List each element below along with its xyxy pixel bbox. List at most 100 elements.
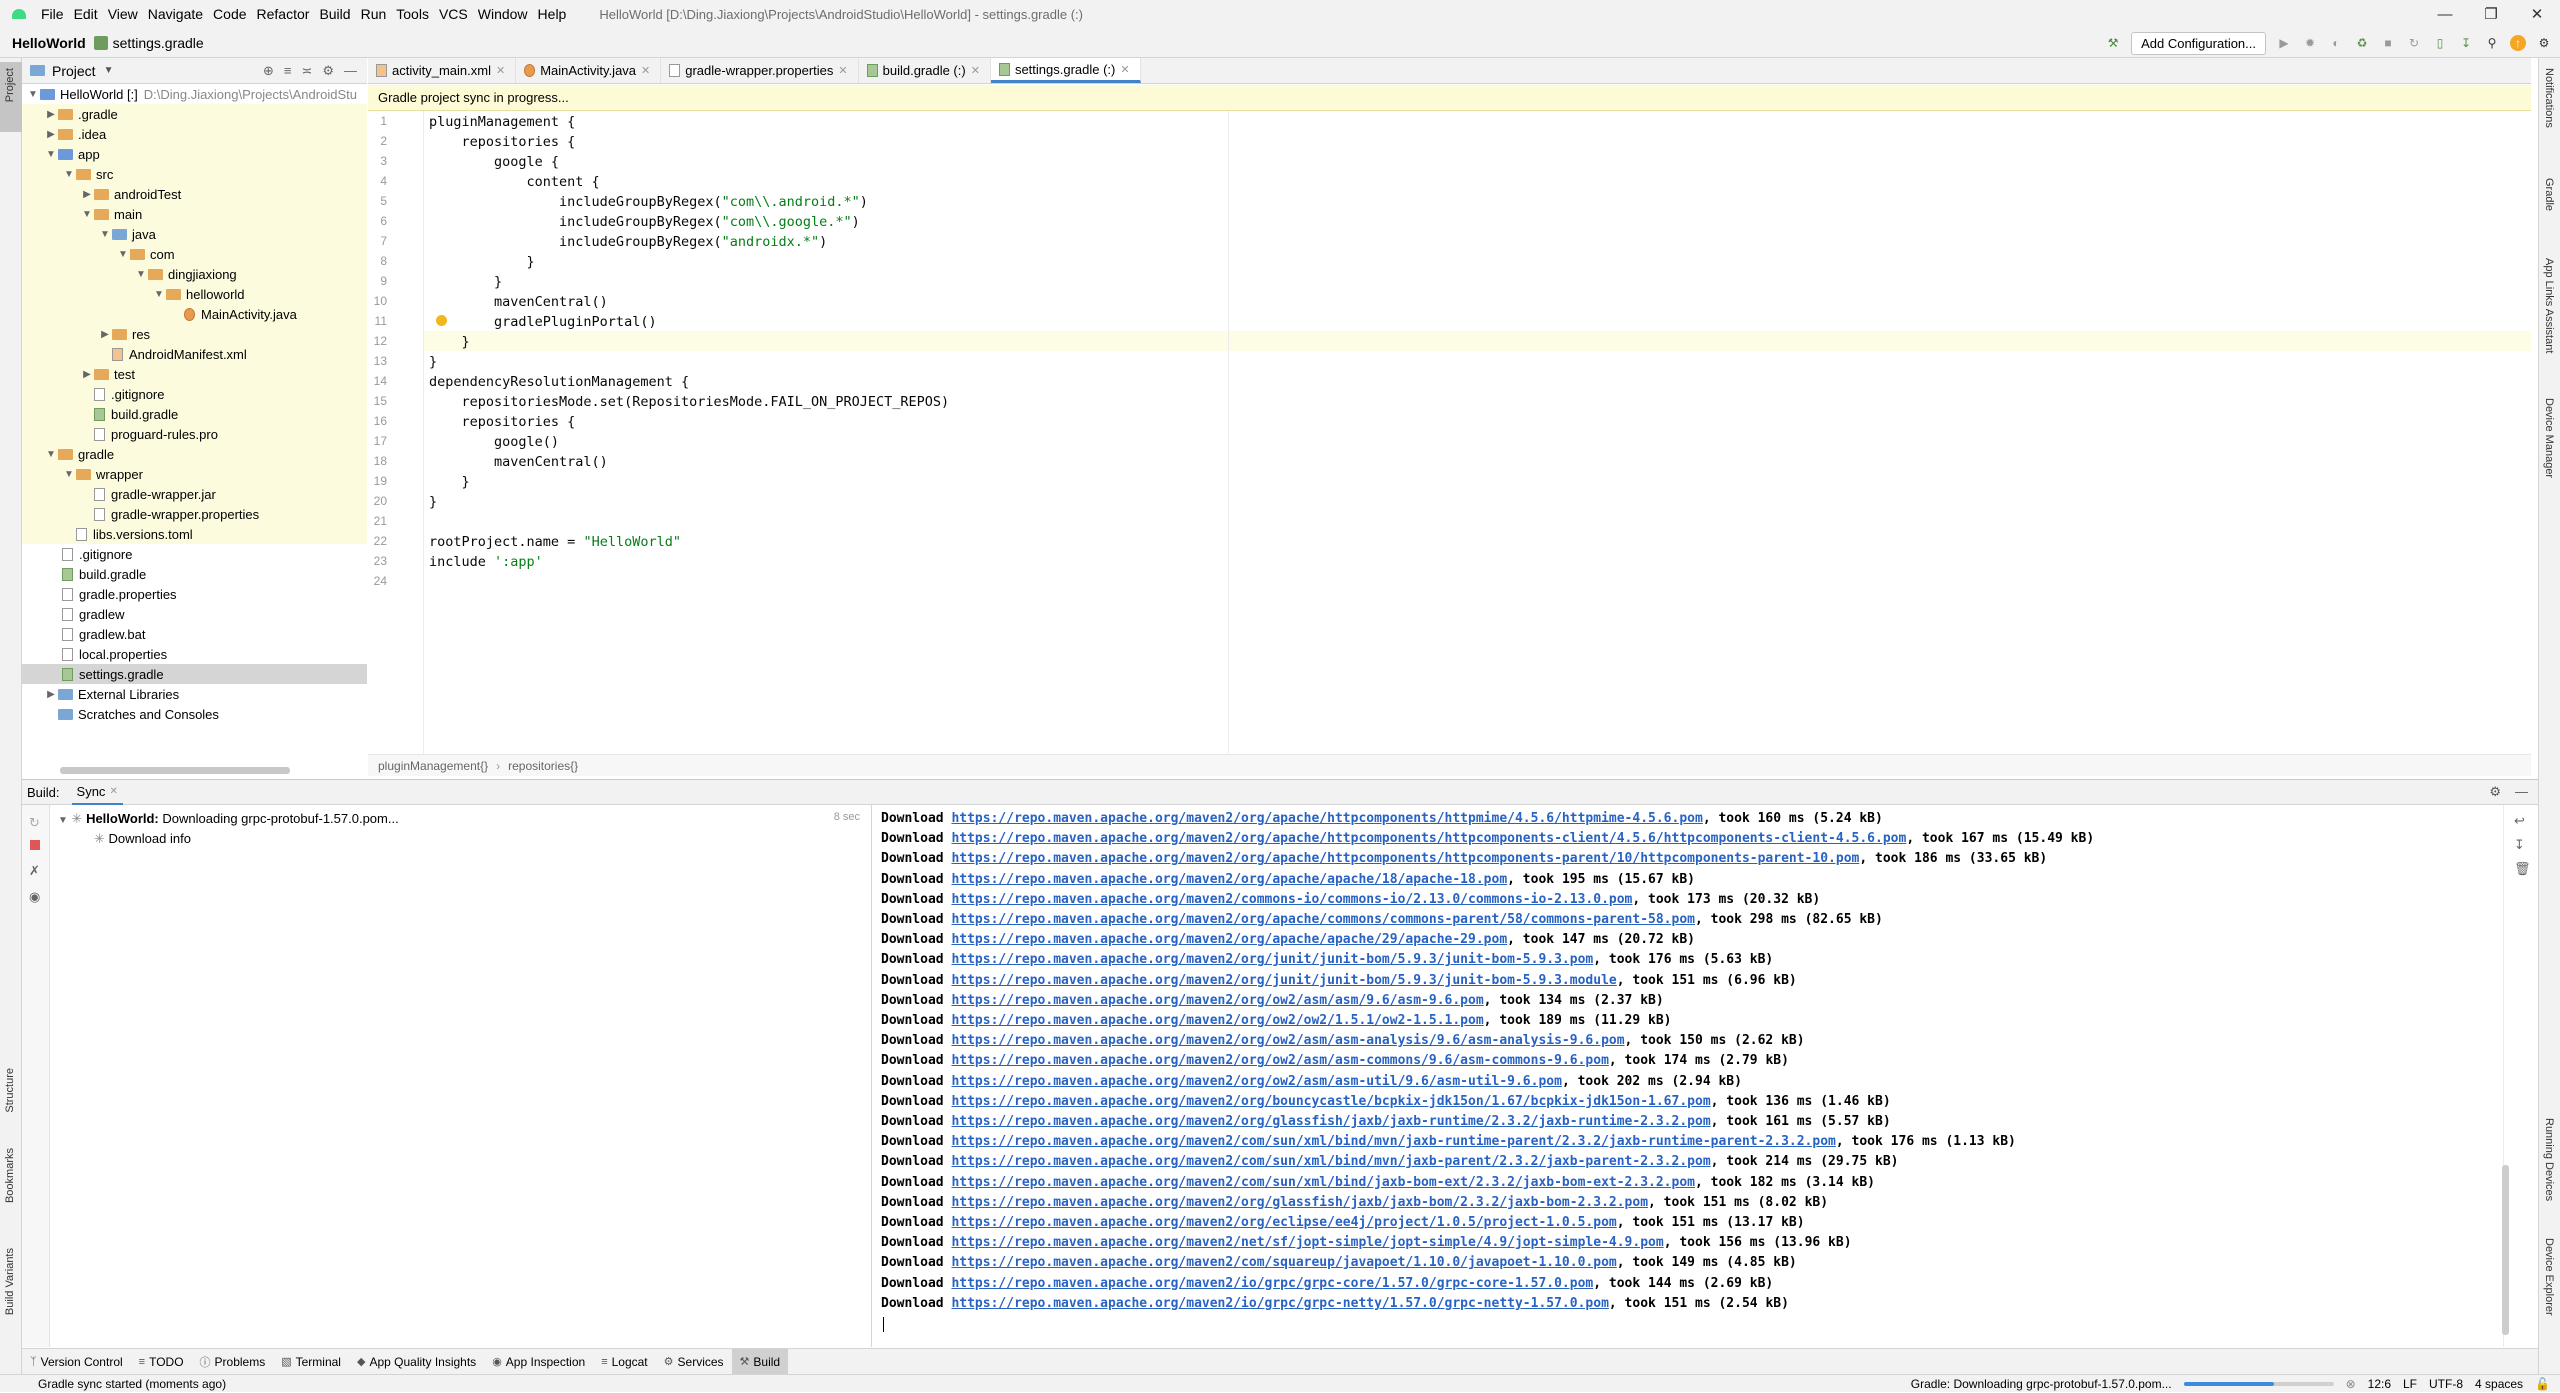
tab-build-gradle[interactable]: build.gradle (:) ✕ xyxy=(859,58,991,83)
apply-changes-icon[interactable]: ♻ xyxy=(2354,35,2370,51)
strip-bookmarks[interactable]: Bookmarks xyxy=(4,1148,16,1203)
eye-icon[interactable]: ◉ xyxy=(29,889,40,905)
download-link[interactable]: https://repo.maven.apache.org/maven2/org… xyxy=(951,811,1702,826)
tab-app-inspection[interactable]: ◉ App Inspection xyxy=(484,1349,593,1375)
download-link[interactable]: https://repo.maven.apache.org/maven2/org… xyxy=(951,1033,1624,1048)
project-view-selector[interactable]: Project xyxy=(52,63,96,79)
menu-tools[interactable]: Tools xyxy=(391,6,434,22)
locate-file-icon[interactable]: ⊕ xyxy=(263,63,274,79)
strip-device-manager[interactable]: Device Manager xyxy=(2543,398,2555,478)
progress-text[interactable]: Gradle: Downloading grpc-protobuf-1.57.0… xyxy=(1911,1377,2172,1391)
expand-all-icon[interactable]: ≡ xyxy=(284,63,292,79)
soft-wrap-icon[interactable]: ↩ xyxy=(2514,813,2525,829)
chevron-down-icon[interactable]: ▼ xyxy=(104,65,114,76)
debug-icon[interactable]: ✹ xyxy=(2302,35,2318,51)
tree-item[interactable]: build.gradle xyxy=(22,404,367,424)
download-link[interactable]: https://repo.maven.apache.org/maven2/org… xyxy=(951,1114,1710,1129)
menu-navigate[interactable]: Navigate xyxy=(143,6,208,22)
tree-item[interactable]: gradle.properties xyxy=(22,584,367,604)
tab-terminal[interactable]: ▧ Terminal xyxy=(273,1349,349,1375)
project-horizontal-scrollbar[interactable] xyxy=(60,767,290,774)
strip-project[interactable]: Project xyxy=(4,68,16,102)
stop-build-icon[interactable] xyxy=(30,840,40,850)
tree-item[interactable]: ▼ helloworld xyxy=(22,284,367,304)
lock-icon[interactable]: 🔓 xyxy=(2535,1377,2550,1391)
download-link[interactable]: https://repo.maven.apache.org/maven2/org… xyxy=(951,1074,1561,1089)
caret-position[interactable]: 12:6 xyxy=(2368,1377,2391,1391)
download-link[interactable]: https://repo.maven.apache.org/maven2/org… xyxy=(951,872,1507,887)
breadcrumb-repositories[interactable]: repositories{} xyxy=(508,759,578,773)
tree-item[interactable]: .gitignore xyxy=(22,544,367,564)
tab-problems[interactable]: ⓘ Problems xyxy=(192,1349,274,1375)
tree-item[interactable]: ▼ dingjiaxiong xyxy=(22,264,367,284)
download-link[interactable]: https://repo.maven.apache.org/maven2/org… xyxy=(951,912,1695,927)
tree-item[interactable]: gradlew.bat xyxy=(22,624,367,644)
download-link[interactable]: https://repo.maven.apache.org/maven2/io/… xyxy=(951,1276,1593,1291)
build-child-row[interactable]: ✳ Download info xyxy=(94,831,191,847)
tree-item[interactable]: ▶ External Libraries xyxy=(22,684,367,704)
download-link[interactable]: https://repo.maven.apache.org/maven2/org… xyxy=(951,932,1507,947)
strip-app-links-assistant[interactable]: App Links Assistant xyxy=(2543,258,2555,353)
tab-gradle-wrapper-properties[interactable]: gradle-wrapper.properties ✕ xyxy=(661,58,859,83)
tab-settings-gradle[interactable]: settings.gradle (:) ✕ xyxy=(990,58,1141,83)
tree-item[interactable]: ▶ res xyxy=(22,324,367,344)
strip-running-devices[interactable]: Running Devices xyxy=(2543,1118,2555,1201)
tree-item[interactable]: gradle-wrapper.properties xyxy=(22,504,367,524)
device-manager-icon[interactable]: ▯ xyxy=(2432,35,2448,51)
tree-item[interactable]: AndroidManifest.xml xyxy=(22,344,367,364)
download-link[interactable]: https://repo.maven.apache.org/maven2/org… xyxy=(951,952,1593,967)
status-message[interactable]: Gradle sync started (moments ago) xyxy=(38,1377,226,1391)
download-link[interactable]: https://repo.maven.apache.org/maven2/com… xyxy=(951,1134,1835,1149)
close-tab-icon[interactable]: ✕ xyxy=(838,64,847,77)
tree-item[interactable]: MainActivity.java xyxy=(22,304,367,324)
tab-app-quality-insights[interactable]: ◆ App Quality Insights xyxy=(349,1349,484,1375)
tree-item[interactable]: ▼ app xyxy=(22,144,367,164)
tree-item[interactable]: ▶ .gradle xyxy=(22,104,367,124)
clear-all-icon[interactable]: 🗑 xyxy=(2514,861,2531,877)
tab-logcat[interactable]: ≡ Logcat xyxy=(593,1349,655,1375)
stop-icon[interactable]: ■ xyxy=(2380,35,2396,51)
tree-item[interactable]: gradlew xyxy=(22,604,367,624)
close-tab-icon[interactable]: ✕ xyxy=(496,64,505,77)
tree-item[interactable]: ▼ wrapper xyxy=(22,464,367,484)
tab-build[interactable]: ⚒ Build xyxy=(731,1348,789,1375)
nav-project-name[interactable]: HelloWorld xyxy=(12,35,86,51)
menu-build[interactable]: Build xyxy=(314,6,355,22)
menu-view[interactable]: View xyxy=(103,6,143,22)
build-console[interactable]: Download https://repo.maven.apache.org/m… xyxy=(873,805,2503,1347)
tree-item-root[interactable]: ▼ HelloWorld [:] D:\Ding.Jiaxiong\Projects… xyxy=(22,84,367,104)
scroll-to-end-icon[interactable]: ↧ xyxy=(2514,837,2525,853)
line-separator[interactable]: LF xyxy=(2403,1377,2417,1391)
collapse-all-icon[interactable]: ≍ xyxy=(301,63,312,79)
cancel-progress-icon[interactable]: ⊗ xyxy=(2346,1377,2356,1391)
tree-item[interactable]: ▶ test xyxy=(22,364,367,384)
tree-item[interactable]: ▼ main xyxy=(22,204,367,224)
tab-version-control[interactable]: ᛉ Version Control xyxy=(22,1349,131,1375)
tree-item[interactable]: ▶ androidTest xyxy=(22,184,367,204)
menu-edit[interactable]: Edit xyxy=(69,6,103,22)
minimize-button[interactable]: — xyxy=(2422,0,2468,28)
strip-build-variants[interactable]: Build Variants xyxy=(4,1248,16,1315)
tree-item[interactable]: Scratches and Consoles xyxy=(22,704,367,724)
tree-item[interactable]: build.gradle xyxy=(22,564,367,584)
code-editor[interactable]: 1 2 3 4 5 6 7 8 9 10 11 12 13 14 15 16 17 18 19 20 21 22 23 24 … xyxy=(368,111,2531,754)
build-settings-gear-icon[interactable]: ⚙ xyxy=(2489,784,2501,800)
rerun-icon[interactable]: ↻ xyxy=(29,815,40,831)
run-icon[interactable]: ▶ xyxy=(2276,35,2292,51)
tree-item-selected[interactable]: settings.gradle xyxy=(22,664,367,684)
maximize-button[interactable]: ❐ xyxy=(2468,0,2514,28)
tab-main-activity[interactable]: MainActivity.java ✕ xyxy=(516,58,662,83)
close-tab-icon[interactable]: ✕ xyxy=(641,64,650,77)
tree-item[interactable]: ▼ gradle xyxy=(22,444,367,464)
hide-build-panel-icon[interactable]: — xyxy=(2515,784,2528,800)
indent-setting[interactable]: 4 spaces xyxy=(2475,1377,2523,1391)
tab-activity-main[interactable]: activity_main.xml ✕ xyxy=(368,58,517,83)
pin-icon[interactable]: ✗ xyxy=(29,863,40,879)
tree-item[interactable]: gradle-wrapper.jar xyxy=(22,484,367,504)
tree-item[interactable]: ▶ .idea xyxy=(22,124,367,144)
download-link[interactable]: https://repo.maven.apache.org/maven2/com… xyxy=(951,892,1632,907)
tree-item[interactable]: proguard-rules.pro xyxy=(22,424,367,444)
strip-device-explorer[interactable]: Device Explorer xyxy=(2543,1238,2555,1316)
download-link[interactable]: https://repo.maven.apache.org/maven2/org… xyxy=(951,1195,1648,1210)
download-link[interactable]: https://repo.maven.apache.org/maven2/com… xyxy=(951,1255,1616,1270)
